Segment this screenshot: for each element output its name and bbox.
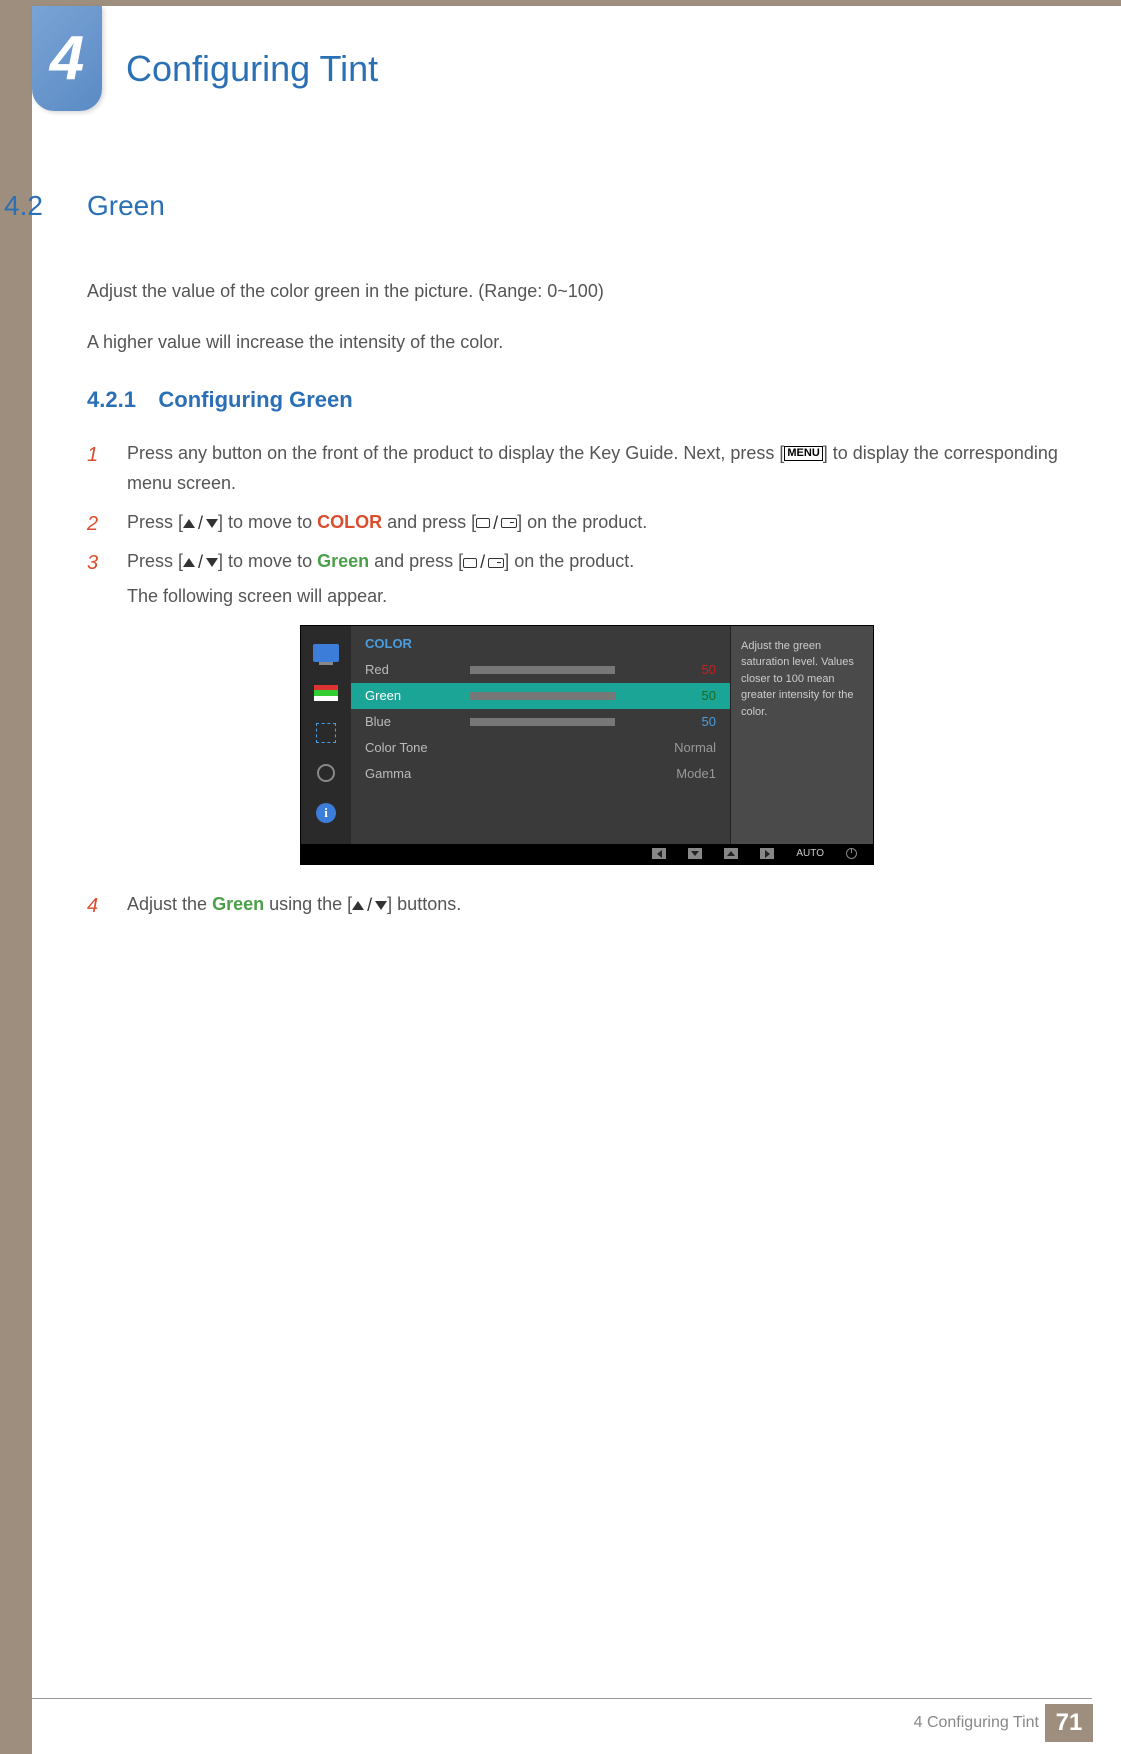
up-down-icon: / <box>352 890 387 921</box>
nav-down-icon <box>688 848 702 859</box>
osd-bar-red <box>470 666 615 674</box>
step-3-text-b: ] to move to <box>218 551 317 571</box>
step-4-text-b: using the [ <box>264 894 352 914</box>
step-4-text-a: Adjust the <box>127 894 212 914</box>
step-3: 3 Press [/] to move to Green and press [… <box>87 546 1072 578</box>
section-header: 4.2 Green <box>32 190 1072 222</box>
osd-nav: i <box>301 626 351 844</box>
osd-help-text: Adjust the green saturation level. Value… <box>730 626 873 844</box>
chapter-badge: 4 <box>32 6 102 111</box>
step-3-text-d: ] on the product. <box>504 551 634 571</box>
nav-picture-icon <box>311 638 341 668</box>
step-1: 1 Press any button on the front of the p… <box>87 438 1072 499</box>
footer-divider <box>32 1698 1092 1699</box>
steps-list-2: 4 Adjust the Green using the [/] buttons… <box>87 889 1072 921</box>
intro-text-1: Adjust the value of the color green in t… <box>87 277 1072 306</box>
nav-size-icon <box>311 718 341 748</box>
osd-row-green: Green 50 <box>351 683 730 709</box>
enter-source-icon: / <box>476 508 517 539</box>
menu-button-icon: MENU <box>784 446 822 461</box>
auto-label: AUTO <box>796 848 824 859</box>
nav-info-icon: i <box>311 798 341 828</box>
intro-text-2: A higher value will increase the intensi… <box>87 328 1072 357</box>
subsection-title: Configuring Green <box>158 387 352 412</box>
subsection-header: 4.2.1 Configuring Green <box>87 387 1072 413</box>
step-2-text-a: Press [ <box>127 512 183 532</box>
osd-bar-blue <box>470 718 615 726</box>
osd-value-red: 50 <box>681 662 716 677</box>
step-number: 2 <box>87 507 98 541</box>
page-title: Configuring Tint <box>126 48 378 90</box>
nav-left-icon <box>652 848 666 859</box>
osd-label-red: Red <box>365 662 470 677</box>
step-1-text-a: Press any button on the front of the pro… <box>127 443 784 463</box>
step-3-text-c: and press [ <box>369 551 463 571</box>
up-down-icon: / <box>183 547 218 578</box>
step-2-text-c: and press [ <box>382 512 476 532</box>
osd-value-colortone: Normal <box>674 740 716 755</box>
nav-settings-icon <box>311 758 341 788</box>
osd-row-red: Red 50 <box>351 657 730 683</box>
term-color: COLOR <box>317 512 382 532</box>
step-4: 4 Adjust the Green using the [/] buttons… <box>87 889 1072 921</box>
osd-bar-green <box>470 692 615 700</box>
step-2: 2 Press [/] to move to COLOR and press [… <box>87 507 1072 539</box>
step-number: 4 <box>87 889 98 923</box>
term-green: Green <box>317 551 369 571</box>
osd-label-green: Green <box>365 688 470 703</box>
nav-color-icon <box>311 678 341 708</box>
subsection-number: 4.2.1 <box>87 387 136 412</box>
enter-source-icon: / <box>463 547 504 578</box>
osd-main: COLOR Red 50 Green 50 Blue 50 <box>351 626 730 844</box>
top-margin-strip <box>0 0 1121 6</box>
nav-right-icon <box>760 848 774 859</box>
osd-title: COLOR <box>351 636 730 657</box>
nav-up-icon <box>724 848 738 859</box>
osd-label-colortone: Color Tone <box>365 740 470 755</box>
power-icon <box>846 848 857 859</box>
step-2-text-d: ] on the product. <box>517 512 647 532</box>
step-2-text-b: ] to move to <box>218 512 317 532</box>
osd-bottom-bar: AUTO <box>301 844 873 864</box>
footer-page-number: 71 <box>1045 1704 1093 1742</box>
step-4-text-c: ] buttons. <box>387 894 461 914</box>
osd-row-blue: Blue 50 <box>351 709 730 735</box>
osd-row-colortone: Color Tone Normal <box>351 735 730 761</box>
step-number: 1 <box>87 438 98 472</box>
osd-label-gamma: Gamma <box>365 766 470 781</box>
left-margin-strip <box>0 0 32 1754</box>
osd-label-blue: Blue <box>365 714 470 729</box>
osd-value-gamma: Mode1 <box>676 766 716 781</box>
steps-list: 1 Press any button on the front of the p… <box>87 438 1072 578</box>
step-3-text-a: Press [ <box>127 551 183 571</box>
up-down-icon: / <box>183 508 218 539</box>
section-title: Green <box>87 190 165 222</box>
osd-value-blue: 50 <box>681 714 716 729</box>
content-area: 4.2 Green Adjust the value of the color … <box>32 190 1072 928</box>
term-green: Green <box>212 894 264 914</box>
section-number: 4.2 <box>4 190 43 222</box>
osd-row-gamma: Gamma Mode1 <box>351 761 730 787</box>
osd-panel: i COLOR Red 50 Green 50 Blue <box>300 625 874 865</box>
step-3-extra: The following screen will appear. <box>127 586 1072 607</box>
footer-chapter-label: 4 Configuring Tint <box>914 1714 1039 1732</box>
osd-screenshot: i COLOR Red 50 Green 50 Blue <box>300 625 1072 865</box>
step-number: 3 <box>87 546 98 580</box>
osd-value-green: 50 <box>681 688 716 703</box>
